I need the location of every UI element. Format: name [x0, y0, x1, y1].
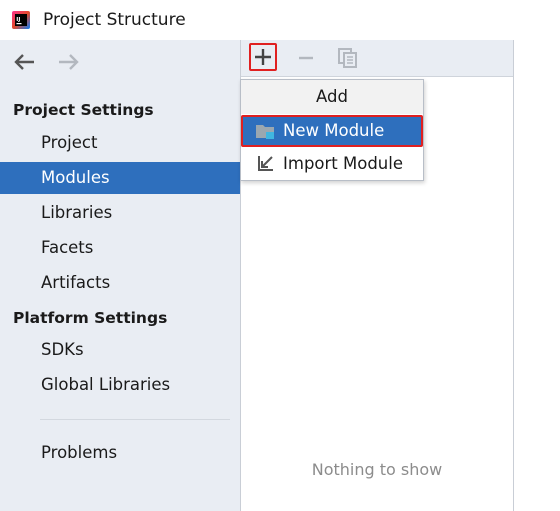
- sidebar-item-modules[interactable]: Modules: [0, 162, 240, 194]
- svg-text:IJ: IJ: [16, 17, 20, 23]
- module-toolbar: [241, 40, 513, 77]
- folder-module-icon: [256, 125, 274, 139]
- popup-header: Add: [241, 80, 423, 114]
- new-module-menu-item[interactable]: New Module: [241, 115, 423, 147]
- window-title: Project Structure: [43, 10, 186, 30]
- sidebar-item-facets[interactable]: Facets: [0, 232, 240, 264]
- project-settings-header: Project Settings: [13, 101, 154, 119]
- new-module-label: New Module: [283, 121, 385, 140]
- import-module-label: Import Module: [283, 154, 404, 173]
- empty-list-text: Nothing to show: [311, 460, 443, 479]
- sidebar-item-libraries[interactable]: Libraries: [0, 197, 240, 229]
- sidebar-item-artifacts[interactable]: Artifacts: [0, 267, 240, 299]
- import-module-menu-item[interactable]: Import Module: [241, 148, 423, 180]
- sidebar-divider: [40, 419, 230, 420]
- add-popup-menu: Add New Module Import Module: [240, 79, 424, 181]
- copy-icon[interactable]: [334, 44, 362, 72]
- details-pane: [514, 40, 560, 511]
- minus-icon[interactable]: [292, 44, 320, 72]
- import-arrow-icon: [258, 156, 273, 171]
- arrow-left-icon[interactable]: [12, 50, 38, 74]
- arrow-right-icon[interactable]: [55, 50, 81, 74]
- sidebar-item-sdks[interactable]: SDKs: [0, 334, 240, 366]
- sidebar-item-global-libraries[interactable]: Global Libraries: [0, 369, 240, 401]
- sidebar-item-project[interactable]: Project: [0, 127, 240, 159]
- platform-settings-header: Platform Settings: [13, 309, 168, 327]
- sidebar-item-problems[interactable]: Problems: [0, 437, 240, 469]
- title-bar: IJ Project Structure: [0, 0, 560, 40]
- plus-icon[interactable]: [249, 43, 277, 71]
- intellij-idea-icon: IJ: [12, 11, 30, 29]
